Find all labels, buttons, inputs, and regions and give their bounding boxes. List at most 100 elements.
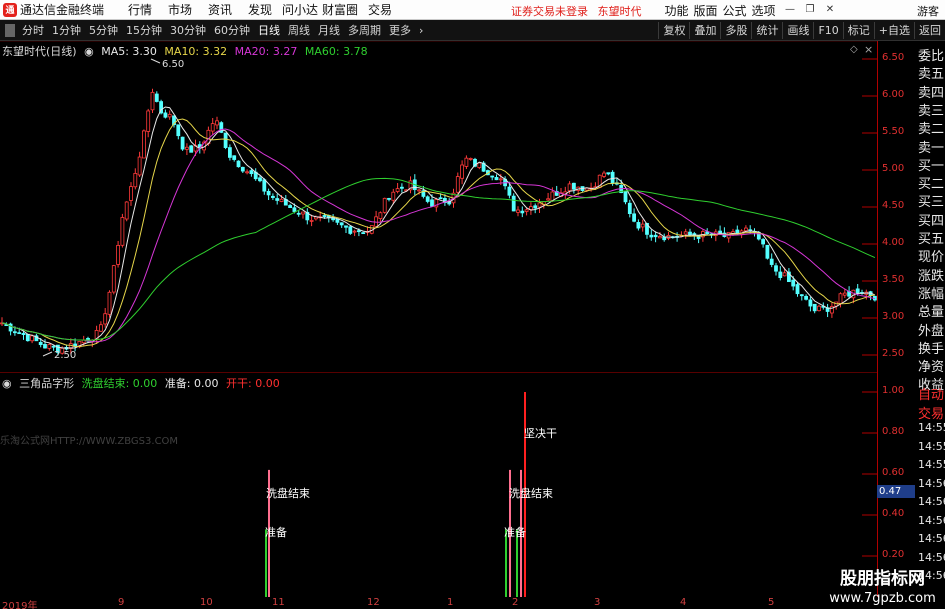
- candle-up: [107, 291, 112, 315]
- candle-down: [43, 344, 47, 349]
- ma60-line: [1, 177, 876, 341]
- var-prepare: 准备: 0.00: [164, 377, 219, 390]
- tool-overlay[interactable]: 叠加: [689, 22, 720, 39]
- login-status[interactable]: 证券交易未登录: [511, 5, 588, 18]
- price-tick-label: 5.50: [882, 126, 905, 137]
- candle-down: [507, 186, 512, 196]
- period-daily[interactable]: 日线: [254, 22, 284, 38]
- tool-stats[interactable]: 统计: [751, 22, 782, 39]
- candle-down: [180, 136, 185, 150]
- period-1min[interactable]: 1分钟: [48, 22, 85, 38]
- candle-down: [17, 332, 22, 335]
- sidebar-tick-time[interactable]: 自动: [918, 384, 944, 403]
- app-logo-icon: 通: [3, 2, 17, 17]
- candle-down: [774, 265, 778, 272]
- tool-back[interactable]: 返回: [914, 22, 945, 39]
- tool-draw[interactable]: 画线: [782, 22, 813, 39]
- ma10-label: MA10: 3.32: [164, 45, 228, 58]
- sidebar-quote-label: 买一: [918, 158, 945, 174]
- candle-down: [812, 303, 817, 312]
- period-monthly[interactable]: 月线: [314, 22, 344, 38]
- candlestick-panel[interactable]: 6.50 2.50 东望时代(日线) ◉ MA5: 3.30 MA10: 3.32…: [0, 41, 877, 372]
- chevron-right-icon[interactable]: ›: [415, 24, 427, 37]
- restore-icon[interactable]: ❐: [802, 2, 818, 18]
- flag-icon[interactable]: [5, 23, 15, 37]
- period-5min[interactable]: 5分钟: [85, 22, 122, 38]
- price-tick-label: 6.50: [882, 52, 905, 63]
- indicator-tick-label: 0.40: [882, 508, 905, 519]
- current-value-tag: 0.47: [877, 485, 915, 498]
- candle-down: [258, 177, 262, 182]
- candle-down: [227, 147, 232, 158]
- settings-icon[interactable]: ◉: [84, 45, 94, 58]
- candle-up: [120, 217, 125, 246]
- sidebar-tick-time: 14:55: [918, 421, 945, 434]
- menu-ask[interactable]: 问小达: [280, 1, 320, 18]
- candle-up: [782, 272, 787, 277]
- tool-add-watchlist[interactable]: +自选: [873, 22, 914, 39]
- menu-market[interactable]: 市场: [160, 1, 200, 18]
- low-marker-label: 2.50: [54, 350, 76, 361]
- sidebar-tick-time[interactable]: 交易: [918, 403, 944, 422]
- candle-down: [761, 239, 765, 245]
- date-tick-label: 2019年: [2, 601, 38, 609]
- guest-user[interactable]: 游客: [917, 3, 939, 19]
- candlestick-chart[interactable]: 6.50 2.50: [0, 41, 877, 372]
- ma60-label: MA60: 3.78: [304, 45, 368, 58]
- indicator-header: ◉ 三角品字形 洗盘结束: 0.00 准备: 0.00 开干: 0.00: [2, 375, 284, 391]
- sidebar-tick-time: 14:55: [918, 458, 945, 471]
- period-30min[interactable]: 30分钟: [166, 22, 210, 38]
- menu-discover[interactable]: 发现: [240, 1, 280, 18]
- candle-up: [378, 212, 383, 220]
- candle-down: [25, 333, 30, 342]
- ma20-label: MA20: 3.27: [234, 45, 298, 58]
- candle-up: [30, 335, 35, 342]
- period-intraday[interactable]: 分时: [18, 22, 48, 38]
- candle-down: [51, 345, 56, 348]
- menu-function[interactable]: 功能: [662, 2, 691, 19]
- menu-trade[interactable]: 交易: [360, 1, 400, 18]
- menu-layout[interactable]: 版面: [691, 2, 720, 19]
- tool-mark[interactable]: 标记: [842, 22, 874, 39]
- close-icon[interactable]: ×: [864, 43, 873, 56]
- indicator-panel[interactable]: ◉ 三角品字形 洗盘结束: 0.00 准备: 0.00 开干: 0.00 坚决干…: [0, 372, 877, 597]
- candle-down: [223, 132, 228, 148]
- period-weekly[interactable]: 周线: [284, 22, 314, 38]
- candle-up: [516, 209, 520, 213]
- candle-up: [124, 201, 129, 220]
- ma10-line: [1, 118, 875, 348]
- sidebar-tick-time: 14:55: [918, 439, 945, 453]
- menu-quotes[interactable]: 行情: [120, 1, 160, 18]
- annotation-wash-end-2: 洗盘结束: [509, 487, 553, 500]
- period-60min[interactable]: 60分钟: [210, 22, 254, 38]
- close-icon[interactable]: ✕: [822, 2, 838, 18]
- tool-multi-stock[interactable]: 多股: [720, 22, 751, 39]
- price-tick-label: 4.00: [882, 237, 905, 248]
- indicator-chart[interactable]: [0, 372, 877, 597]
- candle-up: [309, 220, 314, 222]
- menu-options[interactable]: 选项: [749, 2, 778, 19]
- candle-up: [640, 223, 645, 228]
- minimize-icon[interactable]: —: [782, 2, 798, 18]
- indicator-tick-label: 0.20: [882, 549, 905, 560]
- price-tick-label: 5.00: [882, 163, 905, 174]
- period-more[interactable]: 更多: [385, 22, 415, 38]
- menu-formula[interactable]: 公式: [720, 2, 749, 19]
- settings-icon[interactable]: ◉: [2, 377, 12, 390]
- tool-f10[interactable]: F10: [813, 22, 842, 39]
- watermark-url: www.7gpzb.com: [829, 591, 936, 606]
- candle-down: [632, 213, 636, 222]
- candle-down: [572, 182, 576, 190]
- candle-up: [417, 189, 422, 192]
- menu-news[interactable]: 资讯: [200, 1, 240, 18]
- menu-community[interactable]: 财富圈: [320, 1, 360, 18]
- ma5-label: MA5: 3.30: [101, 45, 157, 58]
- diamond-icon[interactable]: ◇: [850, 44, 858, 55]
- candle-down: [339, 222, 344, 226]
- period-multi[interactable]: 多周期: [344, 22, 385, 38]
- candle-up: [167, 113, 172, 118]
- period-15min[interactable]: 15分钟: [122, 22, 166, 38]
- tool-adjust[interactable]: 复权: [658, 22, 689, 39]
- sidebar-quote-label: 买三: [918, 195, 945, 211]
- candle-down: [262, 179, 267, 192]
